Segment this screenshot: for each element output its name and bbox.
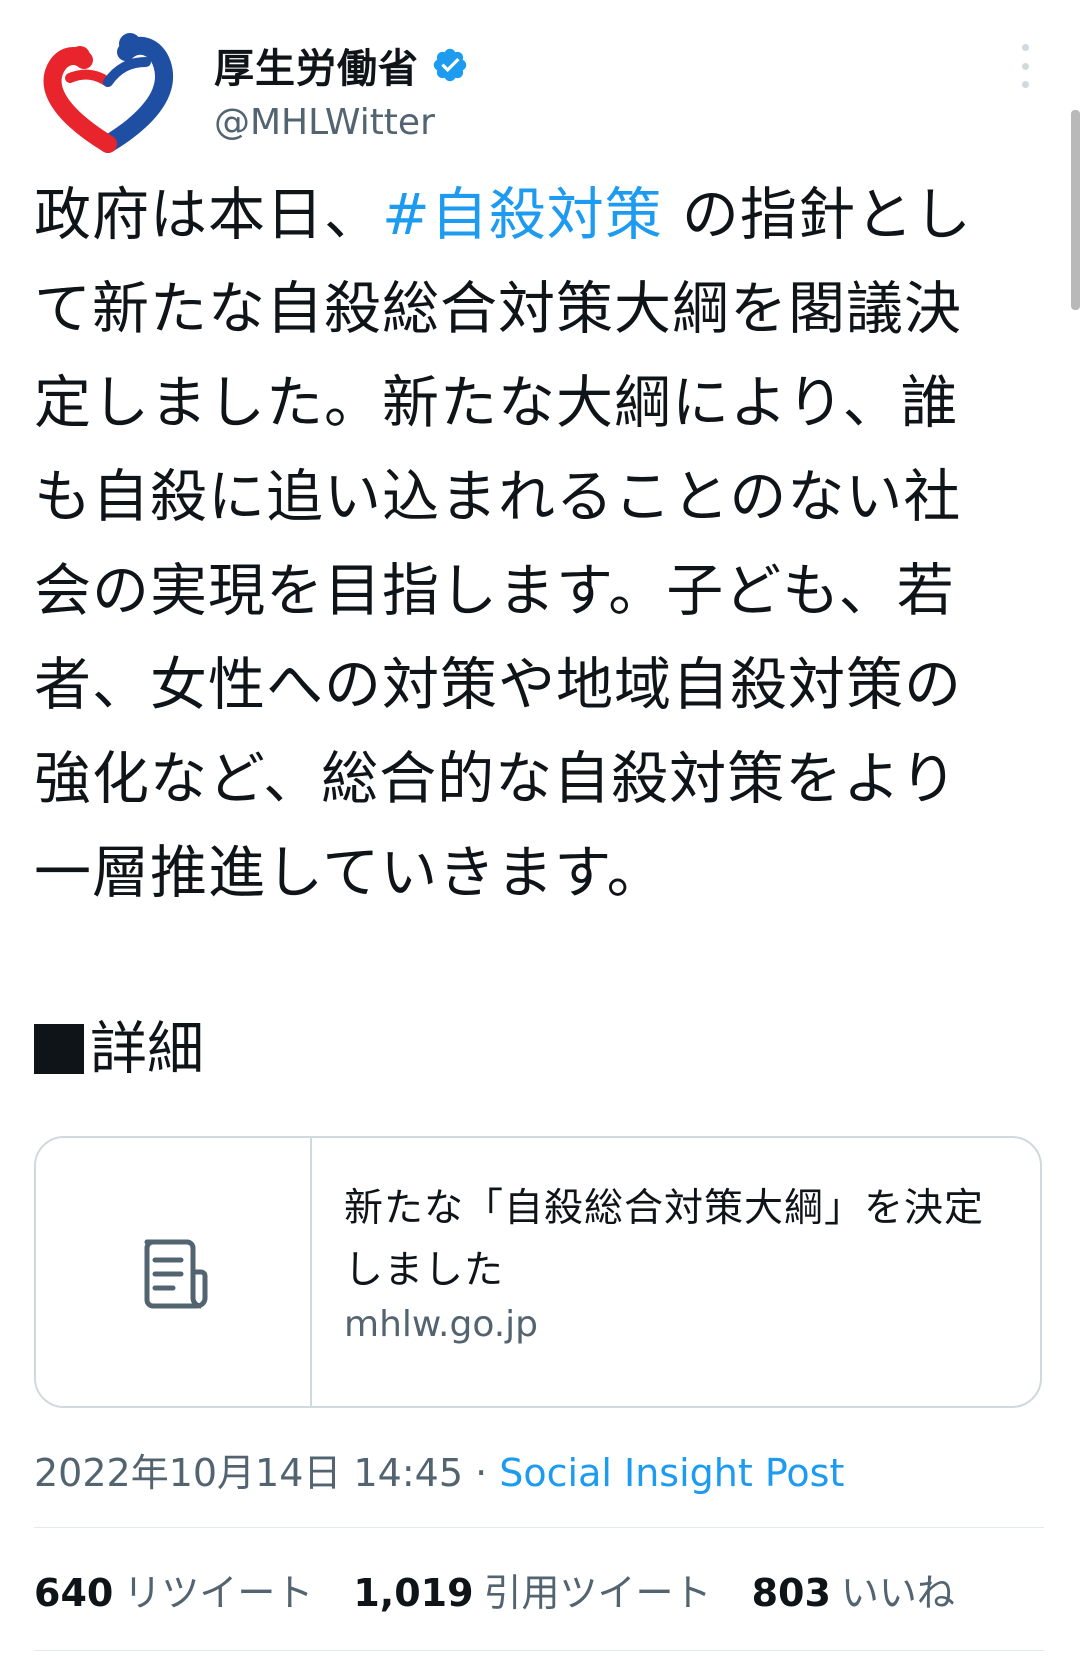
retweets-count: 640 xyxy=(34,1571,114,1615)
card-thumbnail xyxy=(36,1138,312,1406)
tweet-meta: 2022年10月14日 14:45 · Social Insight Post xyxy=(34,1442,844,1497)
tweet-line: 一層推進していきます。 xyxy=(34,840,665,906)
tweet-line: て新たな自殺総合対策大綱を閣議決 xyxy=(34,276,962,342)
display-name[interactable]: 厚生労働省 xyxy=(214,36,419,94)
likes-stat[interactable]: 803 いいね xyxy=(752,1562,955,1617)
quotes-count: 1,019 xyxy=(353,1571,474,1615)
tweet-line: も自殺に追い込まれることのない社 xyxy=(34,464,962,530)
tweet-text: 政府は本日、#自殺対策 の指針とし て新たな自殺総合対策大綱を閣議決 定しました… xyxy=(34,168,1034,920)
engagement-stats: 640 リツイート 1,019 引用ツイート 803 いいね xyxy=(34,1562,995,1617)
user-handle[interactable]: @MHLWitter xyxy=(214,102,435,143)
document-icon xyxy=(144,1239,208,1309)
tweet-line: 会の実現を目指します。子ども、若 xyxy=(34,558,955,624)
quotes-stat[interactable]: 1,019 引用ツイート xyxy=(353,1562,711,1617)
tweet-text-segment: の指針とし xyxy=(662,182,972,248)
divider xyxy=(34,1527,1044,1528)
card-body: 新たな「自殺総合対策大綱」を決定しました mhlw.go.jp xyxy=(312,1138,1040,1406)
meta-separator: · xyxy=(463,1451,500,1495)
card-title: 新たな「自殺総合対策大綱」を決定しました xyxy=(344,1186,985,1293)
likes-count: 803 xyxy=(751,1571,831,1615)
source-app-link[interactable]: Social Insight Post xyxy=(499,1451,844,1495)
more-options-icon[interactable] xyxy=(1010,44,1040,88)
black-square-icon xyxy=(34,1024,84,1074)
author-name-row[interactable]: 厚生労働省 xyxy=(214,40,469,92)
link-preview-card[interactable]: 新たな「自殺総合対策大綱」を決定しました mhlw.go.jp xyxy=(34,1136,1042,1408)
details-label: 詳細 xyxy=(90,1016,204,1082)
hashtag-link[interactable]: #自殺対策 xyxy=(382,182,663,248)
tweet-line: 強化など、総合的な自殺対策をより xyxy=(34,746,959,812)
likes-label: いいね xyxy=(840,1571,955,1615)
tweet-line: 定しました。新たな大綱により、誰 xyxy=(34,370,959,436)
scrollbar[interactable] xyxy=(1071,110,1080,310)
retweets-stat[interactable]: 640 リツイート xyxy=(34,1562,313,1617)
quotes-label: 引用ツイート xyxy=(483,1571,712,1615)
timestamp-link[interactable]: 2022年10月14日 14:45 xyxy=(34,1451,463,1495)
verified-badge-icon xyxy=(431,46,469,84)
mhlw-logo-icon xyxy=(34,22,182,170)
divider xyxy=(34,1650,1044,1651)
tweet-line: 政府は本日、#自殺対策 の指針とし xyxy=(34,168,1034,262)
tweet-text-segment: 政府は本日、 xyxy=(34,182,382,248)
card-domain: mhlw.go.jp xyxy=(344,1304,539,1345)
details-heading: 詳細 xyxy=(34,1002,204,1096)
retweets-label: リツイート xyxy=(123,1571,314,1615)
tweet-line: 者、女性への対策や地域自殺対策の xyxy=(34,652,962,718)
avatar[interactable] xyxy=(34,22,182,170)
